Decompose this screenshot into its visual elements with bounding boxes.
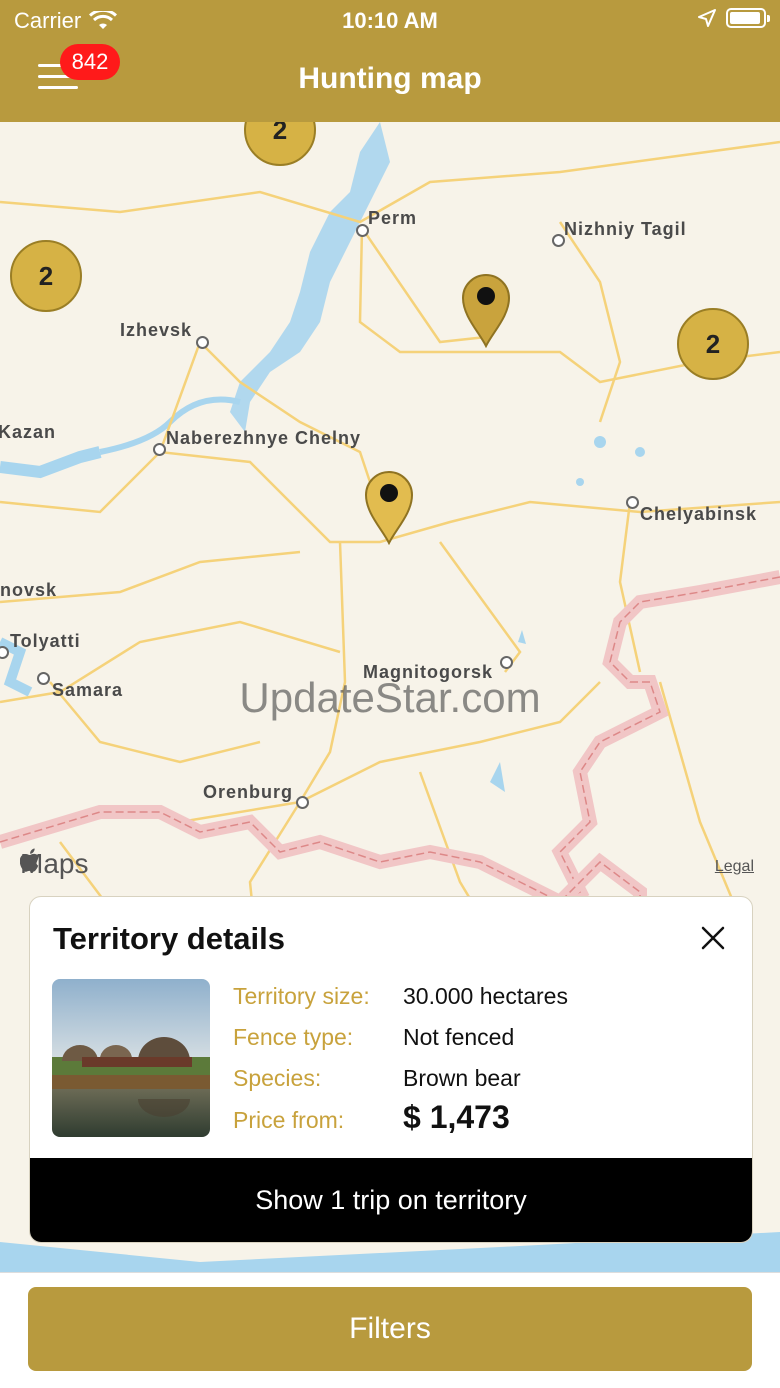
territory-photo [52, 979, 210, 1137]
city-dot-magnitogorsk [500, 656, 513, 669]
map-cluster[interactable]: 2 [677, 308, 749, 380]
species-value: Brown bear [403, 1065, 521, 1091]
territory-size-value: 30.000 hectares [403, 983, 568, 1009]
filters-button[interactable]: Filters [28, 1287, 752, 1371]
legal-link[interactable]: Legal [715, 858, 754, 876]
maps-attribution: Maps [20, 848, 88, 880]
species-label: Species: [233, 1065, 322, 1091]
map-cluster[interactable]: 2 [10, 240, 82, 312]
city-label-chelyabinsk: Chelyabinsk [640, 504, 758, 524]
city-label-orenburg: Orenburg [203, 782, 294, 802]
city-label-perm: Perm [368, 208, 418, 228]
price-value: $ 1,473 [403, 1099, 510, 1135]
city-label-naberezhnye-chelny: Naberezhnye Chelny [166, 428, 362, 448]
battery-icon [726, 8, 770, 28]
city-dot-orenburg [296, 796, 309, 809]
fence-type-value: Not fenced [403, 1024, 515, 1050]
city-label-izhevsk: Izhevsk [120, 320, 193, 340]
territory-card: Territory details Territory size: 30.000… [29, 896, 753, 1243]
city-dot-izhevsk [196, 336, 209, 349]
map-pin-icon[interactable] [364, 469, 414, 545]
watermark: UpdateStar.com [239, 674, 541, 721]
city-label-nizhniy-tagil: Nizhniy Tagil [564, 219, 687, 239]
card-title: Territory details [53, 921, 286, 956]
apple-icon [20, 848, 39, 872]
show-trips-button[interactable]: Show 1 trip on territory [30, 1158, 752, 1242]
city-label-tolyatti: Tolyatti [10, 631, 81, 651]
city-dot-naberezhnye-chelny [153, 443, 166, 456]
map-pin-icon[interactable] [461, 272, 511, 348]
location-arrow-icon [698, 9, 716, 27]
price-label: Price from: [233, 1107, 345, 1133]
status-time: 10:10 AM [342, 8, 438, 33]
city-dot-chelyabinsk [626, 496, 639, 509]
close-icon[interactable] [700, 925, 726, 951]
bottom-bar: Filters [0, 1272, 780, 1388]
city-label-novsk: novsk [0, 580, 58, 600]
status-right [698, 8, 770, 28]
territory-size-label: Territory size: [233, 983, 370, 1009]
page-title: Hunting map [298, 62, 482, 95]
city-label-kazan: Kazan [0, 422, 57, 442]
fence-type-label: Fence type: [233, 1024, 354, 1050]
top-bar: Carrier 10:10 AM 842 Hunting map [0, 0, 780, 122]
